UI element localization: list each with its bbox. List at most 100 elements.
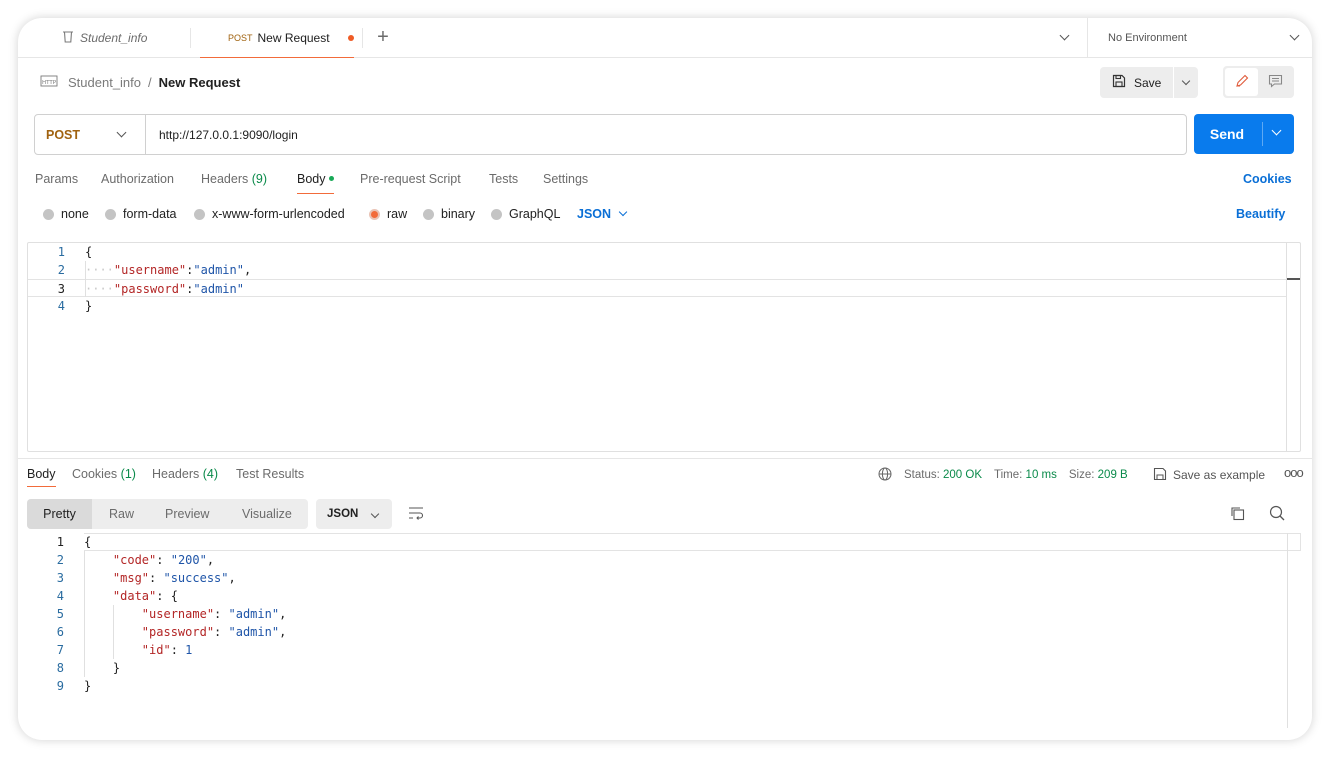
viewer-scrollbar-track[interactable] <box>1287 533 1288 728</box>
line-number: 4 <box>57 299 65 313</box>
copy-icon[interactable] <box>1230 506 1245 524</box>
time-info[interactable]: Time: 10 ms <box>994 469 1057 481</box>
radio-circle <box>43 208 54 220</box>
response-divider[interactable] <box>18 458 1312 459</box>
code-text: } <box>85 297 92 315</box>
chevron-down-icon <box>1289 30 1300 41</box>
code-line-active: 3 ····"password":"admin" <box>28 279 1286 297</box>
method-select[interactable]: POST <box>35 115 146 154</box>
body-type-urlencoded[interactable]: x-www-form-urlencoded <box>194 207 345 221</box>
body-type-none[interactable]: none <box>43 207 89 221</box>
breadcrumb-request[interactable]: New Request <box>159 75 241 90</box>
request-body-editor[interactable]: 1{ 2 ····"username":"admin", 3 ····"passwo… <box>27 242 1301 452</box>
size-value: 209 B <box>1097 469 1128 481</box>
json-value: 1 <box>185 643 193 657</box>
code-line: 3 "msg": "success", <box>27 569 1301 587</box>
new-tab-plus-icon[interactable]: + <box>374 26 392 48</box>
code-line: 5 "username": "admin", <box>27 605 1301 623</box>
app-window: Student_info POST New Request + No Envir… <box>18 18 1312 740</box>
more-options-icon[interactable]: ooo <box>1284 465 1304 480</box>
tab-authorization[interactable]: Authorization <box>101 172 174 186</box>
save-button[interactable]: Save <box>1100 67 1173 98</box>
send-button[interactable]: Send <box>1194 114 1294 154</box>
globe-icon[interactable] <box>878 467 892 484</box>
view-pretty[interactable]: Pretty <box>27 499 92 529</box>
resp-tab-headers-label: Headers <box>152 467 200 481</box>
indent-guide <box>113 605 114 659</box>
view-preview[interactable]: Preview <box>165 499 209 529</box>
indent-guide <box>85 261 86 297</box>
tab-request-label: New Request <box>257 30 330 45</box>
radio-circle <box>491 208 502 220</box>
tab-collection[interactable]: Student_info <box>62 18 147 58</box>
tab-tests[interactable]: Tests <box>489 172 518 186</box>
breadcrumb-collection[interactable]: Student_info <box>68 75 141 90</box>
tab-body[interactable]: Body <box>297 172 334 194</box>
send-divider <box>1262 122 1263 146</box>
brace: } <box>112 661 121 675</box>
pencil-icon <box>1235 74 1249 91</box>
editor-scrollbar-track[interactable] <box>1286 243 1287 451</box>
tabs-overflow-chevron-icon[interactable] <box>1059 30 1070 41</box>
size-info[interactable]: Size: 209 B <box>1069 469 1128 481</box>
json-key: "msg" <box>112 571 150 585</box>
edit-mode-button[interactable] <box>1225 68 1258 96</box>
send-options-chevron-icon[interactable] <box>1271 125 1282 136</box>
raw-language-select[interactable]: JSON <box>577 207 628 221</box>
resp-tab-test-results[interactable]: Test Results <box>236 467 304 481</box>
json-key: "data" <box>112 589 157 603</box>
save-label: Save <box>1134 75 1162 90</box>
code-text: ····"username":"admin", <box>85 263 252 277</box>
save-disk-icon <box>1153 467 1167 484</box>
response-meta: Status: 200 OK Time: 10 ms Size: 209 B <box>878 467 1140 483</box>
body-type-label: raw <box>387 207 408 221</box>
tab-new-request[interactable]: POST New Request <box>200 18 354 58</box>
code-line: 7 "id": 1 <box>27 641 1301 659</box>
body-type-form-data[interactable]: form-data <box>105 207 177 221</box>
code-text: ····"password":"admin" <box>85 282 244 296</box>
tab-settings[interactable]: Settings <box>543 172 588 186</box>
body-type-raw[interactable]: raw <box>369 207 407 221</box>
code-text: "msg": "success", <box>112 571 236 585</box>
radio-circle <box>423 208 434 220</box>
line-number: 2 <box>57 263 65 277</box>
resp-tab-body[interactable]: Body <box>27 467 56 487</box>
tab-headers[interactable]: Headers (9) <box>201 172 267 186</box>
view-raw[interactable]: Raw <box>109 499 134 529</box>
brace: { <box>85 245 93 259</box>
resp-tab-headers[interactable]: Headers (4) <box>152 467 218 481</box>
response-format-select[interactable]: JSON <box>316 499 392 529</box>
chevron-down-icon <box>618 207 628 217</box>
search-icon[interactable] <box>1269 505 1285 524</box>
resp-tab-cookies-label: Cookies <box>72 467 118 481</box>
json-key: "code" <box>112 553 157 567</box>
body-type-binary[interactable]: binary <box>423 207 475 221</box>
save-as-example-button[interactable]: Save as example <box>1153 467 1265 483</box>
line-number: 3 <box>57 282 65 296</box>
resp-tab-cookies[interactable]: Cookies (1) <box>72 467 136 481</box>
beautify-button[interactable]: Beautify <box>1236 207 1285 221</box>
radio-circle-selected <box>369 208 380 220</box>
time-label: Time: <box>994 469 1023 481</box>
body-type-graphql[interactable]: GraphQL <box>491 207 560 221</box>
json-value: "success" <box>163 571 229 585</box>
view-visualize[interactable]: Visualize <box>242 499 292 529</box>
cookies-link[interactable]: Cookies <box>1243 172 1292 186</box>
brace: } <box>85 299 93 313</box>
code-text: "password": "admin", <box>141 625 287 639</box>
indent-dots: ···· <box>85 282 114 296</box>
body-type-label: form-data <box>123 207 177 221</box>
status-label: Status: <box>904 469 940 481</box>
wrap-lines-icon[interactable] <box>408 506 424 523</box>
status-info[interactable]: Status: 200 OK <box>904 469 982 481</box>
url-input[interactable] <box>147 115 1177 154</box>
response-body-viewer[interactable]: 1{ 2 "code": "200", 3 "msg": "success", … <box>27 533 1301 728</box>
save-options-button[interactable] <box>1174 67 1198 98</box>
comment-icon <box>1268 74 1283 91</box>
tab-prerequest-script[interactable]: Pre-request Script <box>360 172 461 186</box>
json-key: "username" <box>141 607 215 621</box>
environment-selector[interactable]: No Environment <box>1087 18 1312 58</box>
comments-button[interactable] <box>1259 68 1292 96</box>
tab-params[interactable]: Params <box>35 172 78 186</box>
unsaved-dot-icon <box>348 35 354 41</box>
